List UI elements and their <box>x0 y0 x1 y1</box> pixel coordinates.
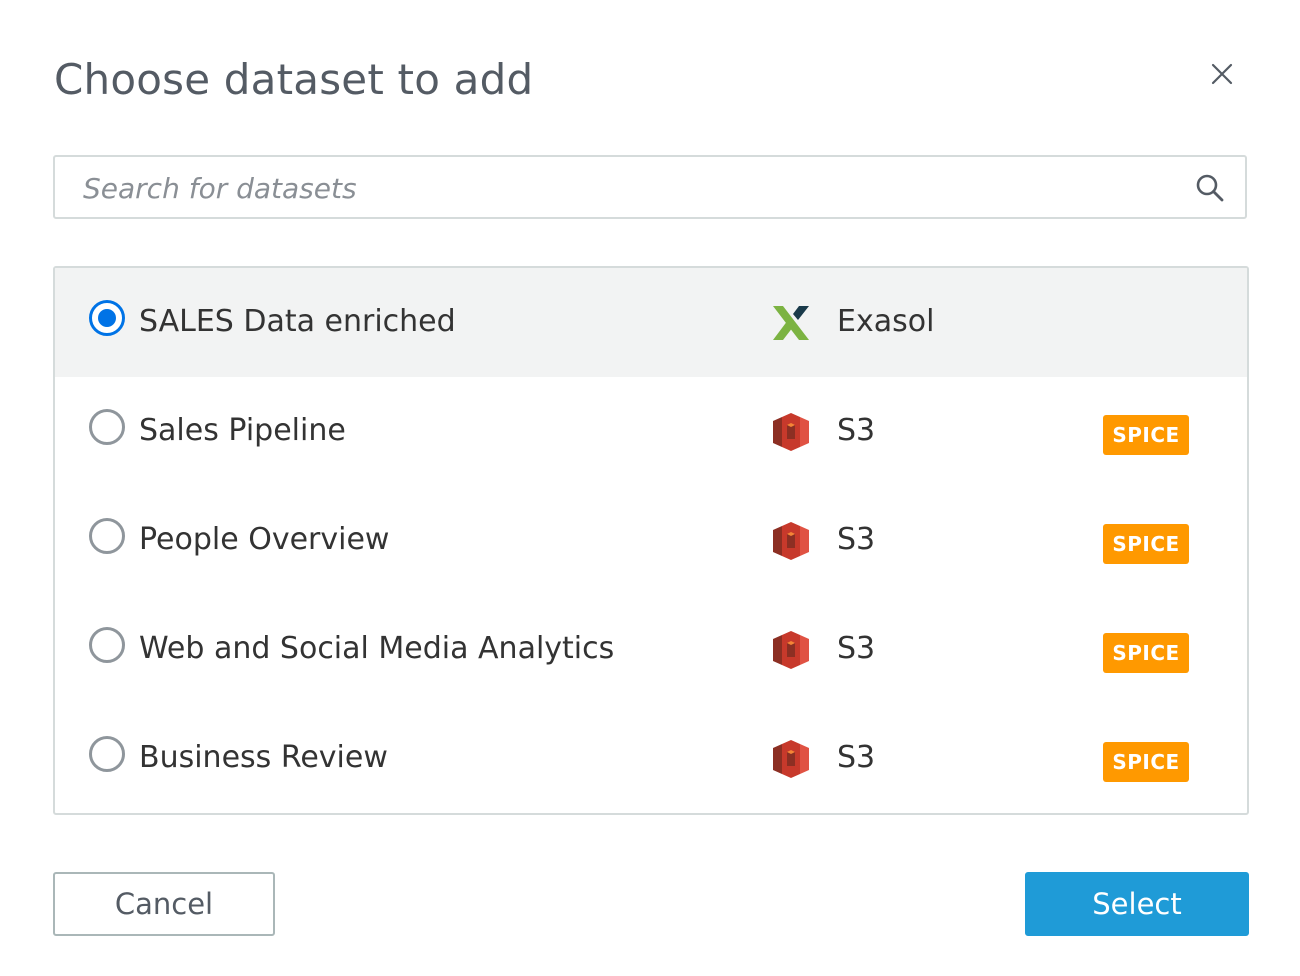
dataset-row-sales-data-enriched[interactable]: SALES Data enriched Exasol <box>55 268 1247 377</box>
dataset-row-web-and-social-media-analytics[interactable]: Web and Social Media Analytics S3 SPICE <box>55 595 1247 704</box>
radio-button[interactable] <box>89 736 125 772</box>
search-box <box>53 155 1247 219</box>
select-button[interactable]: Select <box>1025 872 1249 936</box>
cancel-button[interactable]: Cancel <box>53 872 275 936</box>
dataset-name: Sales Pipeline <box>139 413 346 448</box>
dataset-name: People Overview <box>139 522 390 557</box>
dataset-source: S3 <box>837 413 876 448</box>
dataset-list: SALES Data enriched Exasol Sales Pipelin… <box>53 266 1249 815</box>
s3-bucket-icon <box>773 413 809 451</box>
close-button[interactable] <box>1202 54 1242 94</box>
dataset-row-people-overview[interactable]: People Overview S3 SPICE <box>55 486 1247 595</box>
dataset-source: Exasol <box>837 304 935 339</box>
dataset-row-business-review[interactable]: Business Review S3 SPICE <box>55 704 1247 813</box>
radio-button[interactable] <box>89 409 125 445</box>
s3-bucket-icon <box>773 631 809 669</box>
spice-badge: SPICE <box>1103 524 1189 564</box>
spice-badge: SPICE <box>1103 633 1189 673</box>
dataset-name: Business Review <box>139 740 388 775</box>
radio-button[interactable] <box>89 518 125 554</box>
radio-button[interactable] <box>89 627 125 663</box>
exasol-logo-icon <box>773 306 809 340</box>
dataset-name: Web and Social Media Analytics <box>139 631 615 666</box>
close-icon <box>1211 63 1233 85</box>
radio-button-selected[interactable] <box>89 300 125 336</box>
dataset-source: S3 <box>837 631 876 666</box>
dataset-source: S3 <box>837 522 876 557</box>
spice-badge: SPICE <box>1103 742 1189 782</box>
search-icon[interactable] <box>1195 173 1225 203</box>
search-input[interactable] <box>81 157 1165 219</box>
s3-bucket-icon <box>773 522 809 560</box>
dialog-title: Choose dataset to add <box>54 55 534 104</box>
dataset-row-sales-pipeline[interactable]: Sales Pipeline S3 SPICE <box>55 377 1247 486</box>
dataset-source: S3 <box>837 740 876 775</box>
dataset-name: SALES Data enriched <box>139 304 456 339</box>
spice-badge: SPICE <box>1103 415 1189 455</box>
s3-bucket-icon <box>773 740 809 778</box>
